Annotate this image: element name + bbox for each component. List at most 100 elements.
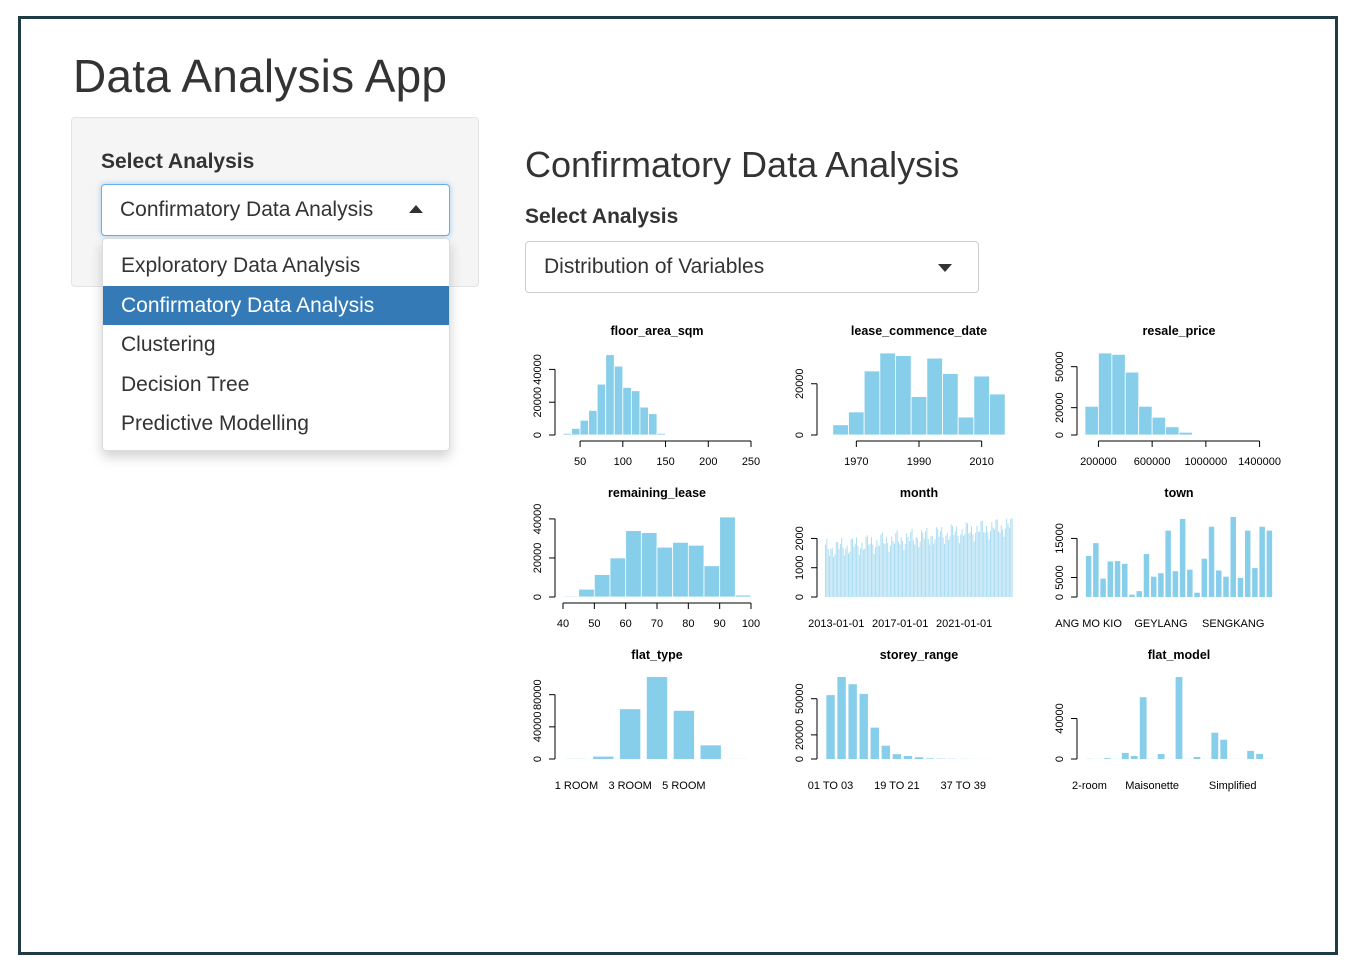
y-tick-label-storey-range: 20000 xyxy=(794,720,806,751)
main-select-label: Select Analysis xyxy=(525,205,679,228)
month-bar xyxy=(856,537,858,597)
month-bar xyxy=(891,536,893,597)
month-bar xyxy=(969,532,971,597)
month-bar xyxy=(991,522,993,597)
bar-flat-model xyxy=(1211,732,1219,759)
month-bar xyxy=(854,543,856,597)
month-bar xyxy=(995,519,997,597)
histogram-bar xyxy=(596,383,607,436)
month-bar xyxy=(926,527,928,597)
analysis-dropdown-menu: Exploratory Data Analysis Confirmatory D… xyxy=(102,238,450,451)
option-confirmatory-data-analysis[interactable]: Confirmatory Data Analysis xyxy=(103,285,449,325)
month-bar xyxy=(998,531,1000,597)
month-bar xyxy=(949,536,951,597)
month-bar xyxy=(884,543,886,597)
month-bar xyxy=(872,544,874,597)
bar-flat-type xyxy=(700,745,721,759)
histogram-bar xyxy=(625,530,642,598)
option-clustering[interactable]: Clustering xyxy=(103,325,449,365)
month-bar xyxy=(907,536,909,597)
bar-town xyxy=(1122,563,1128,597)
y-tick-label-flat-model: 40000 xyxy=(1054,703,1066,734)
histogram-bar xyxy=(1138,405,1153,436)
y-tick-label-resale-price: 0 xyxy=(1054,432,1066,438)
month-bar xyxy=(967,523,968,597)
month-bar xyxy=(842,547,844,597)
month-bar xyxy=(968,533,970,597)
month-bar xyxy=(962,535,964,597)
histogram-bar xyxy=(622,387,632,436)
month-bar xyxy=(931,535,933,597)
histogram-bar xyxy=(1151,416,1166,436)
chart-title-month: month xyxy=(900,486,938,500)
month-bar xyxy=(843,555,845,597)
month-bar xyxy=(984,532,986,597)
month-bar xyxy=(830,548,832,597)
month-bar xyxy=(1006,518,1008,597)
bar-flat-model xyxy=(1103,758,1111,759)
month-bar xyxy=(899,544,901,597)
month-bar xyxy=(1008,527,1010,597)
histogram-bar xyxy=(571,428,581,436)
histogram-bar xyxy=(687,544,705,598)
histogram-bar xyxy=(1178,431,1193,436)
month-bar xyxy=(954,531,956,597)
month-bar xyxy=(921,530,922,597)
x-tick-label-month: 2017-01-01 xyxy=(872,618,928,630)
month-bar xyxy=(983,532,985,597)
month-bar xyxy=(833,556,835,597)
month-bar xyxy=(1002,529,1004,597)
month-bar xyxy=(895,533,897,597)
option-exploratory-data-analysis[interactable]: Exploratory Data Analysis xyxy=(103,246,449,286)
bar-flat-model xyxy=(1139,697,1147,759)
month-bar xyxy=(866,535,868,597)
month-bar xyxy=(883,543,885,597)
histogram-bar xyxy=(672,541,689,598)
bar-storey-range xyxy=(837,677,846,759)
bar-flat-model xyxy=(1256,753,1263,759)
month-bar xyxy=(900,537,902,597)
option-decision-tree[interactable]: Decision Tree xyxy=(103,365,449,405)
y-tick-label-floor-area-sqm: 20000 xyxy=(532,387,544,418)
x-tick-label-floor-area-sqm: 100 xyxy=(614,456,632,468)
histogram-bar xyxy=(863,370,881,436)
histogram-bar xyxy=(640,532,658,598)
month-bar xyxy=(942,537,944,597)
month-bar xyxy=(929,544,931,597)
month-bar xyxy=(961,529,963,597)
bar-town xyxy=(1208,526,1215,597)
month-bar xyxy=(898,541,899,597)
distribution-select[interactable]: Distribution of Variables xyxy=(525,241,979,293)
month-bar xyxy=(896,530,898,597)
month-bar xyxy=(861,542,863,597)
bar-storey-range xyxy=(859,693,868,759)
month-bar xyxy=(853,546,855,597)
analysis-select[interactable]: Confirmatory Data Analysis xyxy=(101,184,450,236)
month-bar xyxy=(935,527,937,597)
month-bar xyxy=(912,540,914,597)
month-bar xyxy=(996,519,998,597)
month-bar xyxy=(925,531,927,597)
bar-storey-range xyxy=(892,754,902,759)
month-bar xyxy=(849,551,851,597)
month-bar xyxy=(918,547,920,597)
month-bar xyxy=(973,541,975,597)
option-predictive-modelling[interactable]: Predictive Modelling xyxy=(103,404,449,444)
month-bar xyxy=(952,525,954,597)
month-bar xyxy=(948,539,950,597)
month-bar xyxy=(964,534,966,597)
bar-storey-range xyxy=(881,745,891,759)
app-title: Data Analysis App xyxy=(73,50,448,102)
x-tick-label-flat-type: 5 ROOM xyxy=(662,780,705,792)
caret-up-icon xyxy=(409,205,423,213)
month-bar xyxy=(939,531,941,597)
x-tick-label-resale-price: 200000 xyxy=(1080,456,1117,468)
histogram-bar xyxy=(639,406,649,436)
histogram-bar xyxy=(648,413,658,436)
x-tick-label-month: 2021-01-01 xyxy=(936,618,992,630)
bar-town xyxy=(1114,561,1121,597)
chart-title-town: town xyxy=(1164,486,1193,500)
histogram-bar xyxy=(926,357,943,436)
bar-town xyxy=(1107,561,1114,597)
month-bar xyxy=(956,526,958,597)
